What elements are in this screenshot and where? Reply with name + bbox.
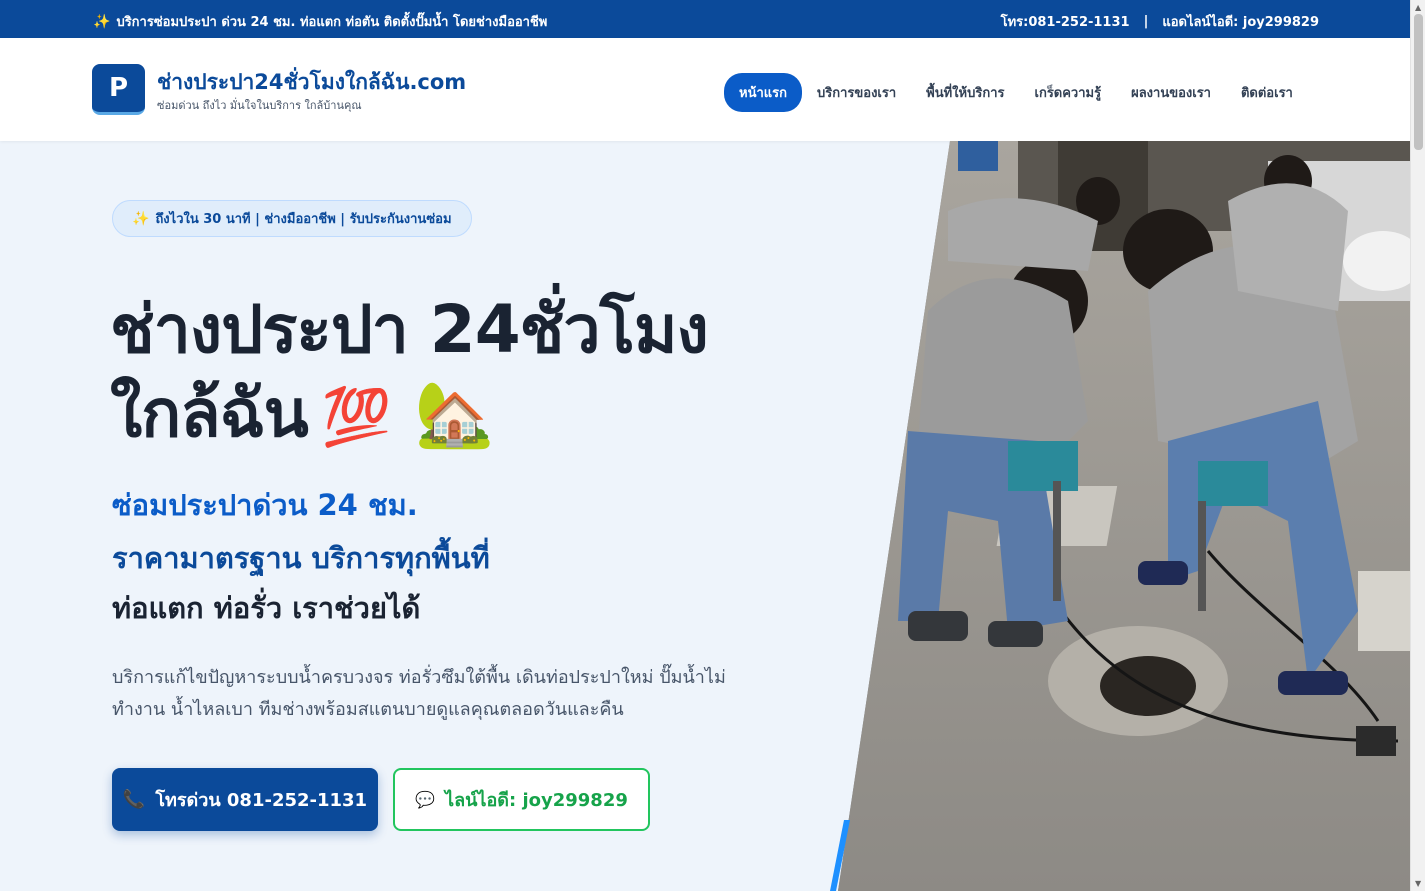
contact-info: โทร:081-252-1131 | แอดไลน์ไอดี: joy29982… bbox=[1001, 11, 1319, 32]
hero-description: บริการแก้ไขปัญหาระบบน้ำครบวงจร ท่อรั่วซึ… bbox=[112, 667, 726, 720]
line-button-label: ไลน์ไอดี: joy299829 bbox=[445, 790, 628, 811]
scroll-down-icon[interactable]: ▼ bbox=[1415, 879, 1421, 888]
page-scrollbar[interactable]: ▲ ▼ bbox=[1410, 0, 1425, 891]
site-header: P ช่างประปา24ชั่วโมงใกล้ฉัน.com ซ่อมด่วน… bbox=[0, 38, 1410, 141]
hero-badge: ✨ ถึงไวใน 30 นาที | ช่างมืออาชีพ | รับปร… bbox=[112, 200, 472, 237]
nav-item-home[interactable]: หน้าแรก bbox=[724, 73, 802, 112]
hero-photo bbox=[838, 141, 1410, 891]
logo-icon[interactable]: P bbox=[92, 64, 145, 115]
scroll-up-icon[interactable]: ▲ bbox=[1415, 3, 1421, 12]
topbar-separator: | bbox=[1143, 14, 1149, 29]
nav-item-tips[interactable]: เกร็ดความรู้ bbox=[1020, 73, 1117, 112]
topbar-line-id[interactable]: แอดไลน์ไอดี: joy299829 bbox=[1162, 11, 1319, 32]
hero-title-line2: ใกล้ฉัน bbox=[110, 375, 309, 452]
main-nav: หน้าแรก บริการของเรา พื้นที่ให้บริการ เก… bbox=[724, 73, 1308, 112]
sparkle-icon: ✨ bbox=[93, 13, 111, 30]
hero-title: ช่างประปา 24ชั่วโมง ใกล้ฉัน 💯 🏡 bbox=[110, 288, 709, 460]
hero-title-line1: ช่างประปา 24ชั่วโมง bbox=[110, 291, 709, 368]
hero-subtitle-3: ท่อแตก ท่อรั่ว เราช่วยได้ bbox=[112, 591, 421, 625]
announcement-text: บริการซ่อมประปา ด่วน 24 ชม. ท่อแตก ท่อตั… bbox=[116, 15, 548, 30]
top-announcement-bar: ✨ บริการซ่อมประปา ด่วน 24 ชม. ท่อแตก ท่อ… bbox=[0, 0, 1410, 38]
call-button-label: โทรด่วน 081-252-1131 bbox=[155, 790, 368, 811]
announcement: ✨ บริการซ่อมประปา ด่วน 24 ชม. ท่อแตก ท่อ… bbox=[93, 11, 547, 32]
call-button[interactable]: 📞 โทรด่วน 081-252-1131 bbox=[112, 768, 378, 831]
nav-item-services[interactable]: บริการของเรา bbox=[802, 73, 911, 112]
nav-item-portfolio[interactable]: ผลงานของเรา bbox=[1116, 73, 1226, 112]
hundred-points-icon: 💯 bbox=[321, 385, 392, 450]
house-icon: 🏡 bbox=[414, 378, 494, 452]
nav-item-contact[interactable]: ติดต่อเรา bbox=[1226, 73, 1308, 112]
phone-icon: 📞 bbox=[122, 789, 146, 810]
plumbers-working-image bbox=[838, 141, 1410, 891]
hero-subtitle-1: ซ่อมประปาด่วน 24 ชม. bbox=[112, 488, 418, 522]
nav-item-service-areas[interactable]: พื้นที่ให้บริการ bbox=[911, 73, 1019, 112]
hero-badge-text: ถึงไวใน 30 นาที | ช่างมืออาชีพ | รับประก… bbox=[155, 212, 452, 227]
topbar-phone[interactable]: โทร:081-252-1131 bbox=[1001, 11, 1130, 32]
hero-subtitle-2: ราคามาตรฐาน บริการทุกพื้นที่ bbox=[112, 541, 490, 575]
chat-icon: 💬 bbox=[415, 790, 436, 809]
brand-title[interactable]: ช่างประปา24ชั่วโมงใกล้ฉัน.com bbox=[157, 66, 466, 99]
sparkle-icon: ✨ bbox=[132, 210, 150, 227]
brand-tagline: ซ่อมด่วน ถึงไว มั่นใจในบริการ ใกล้บ้านคุ… bbox=[157, 99, 362, 112]
line-button[interactable]: 💬 ไลน์ไอดี: joy299829 bbox=[393, 768, 650, 831]
scrollbar-thumb[interactable] bbox=[1414, 14, 1423, 150]
